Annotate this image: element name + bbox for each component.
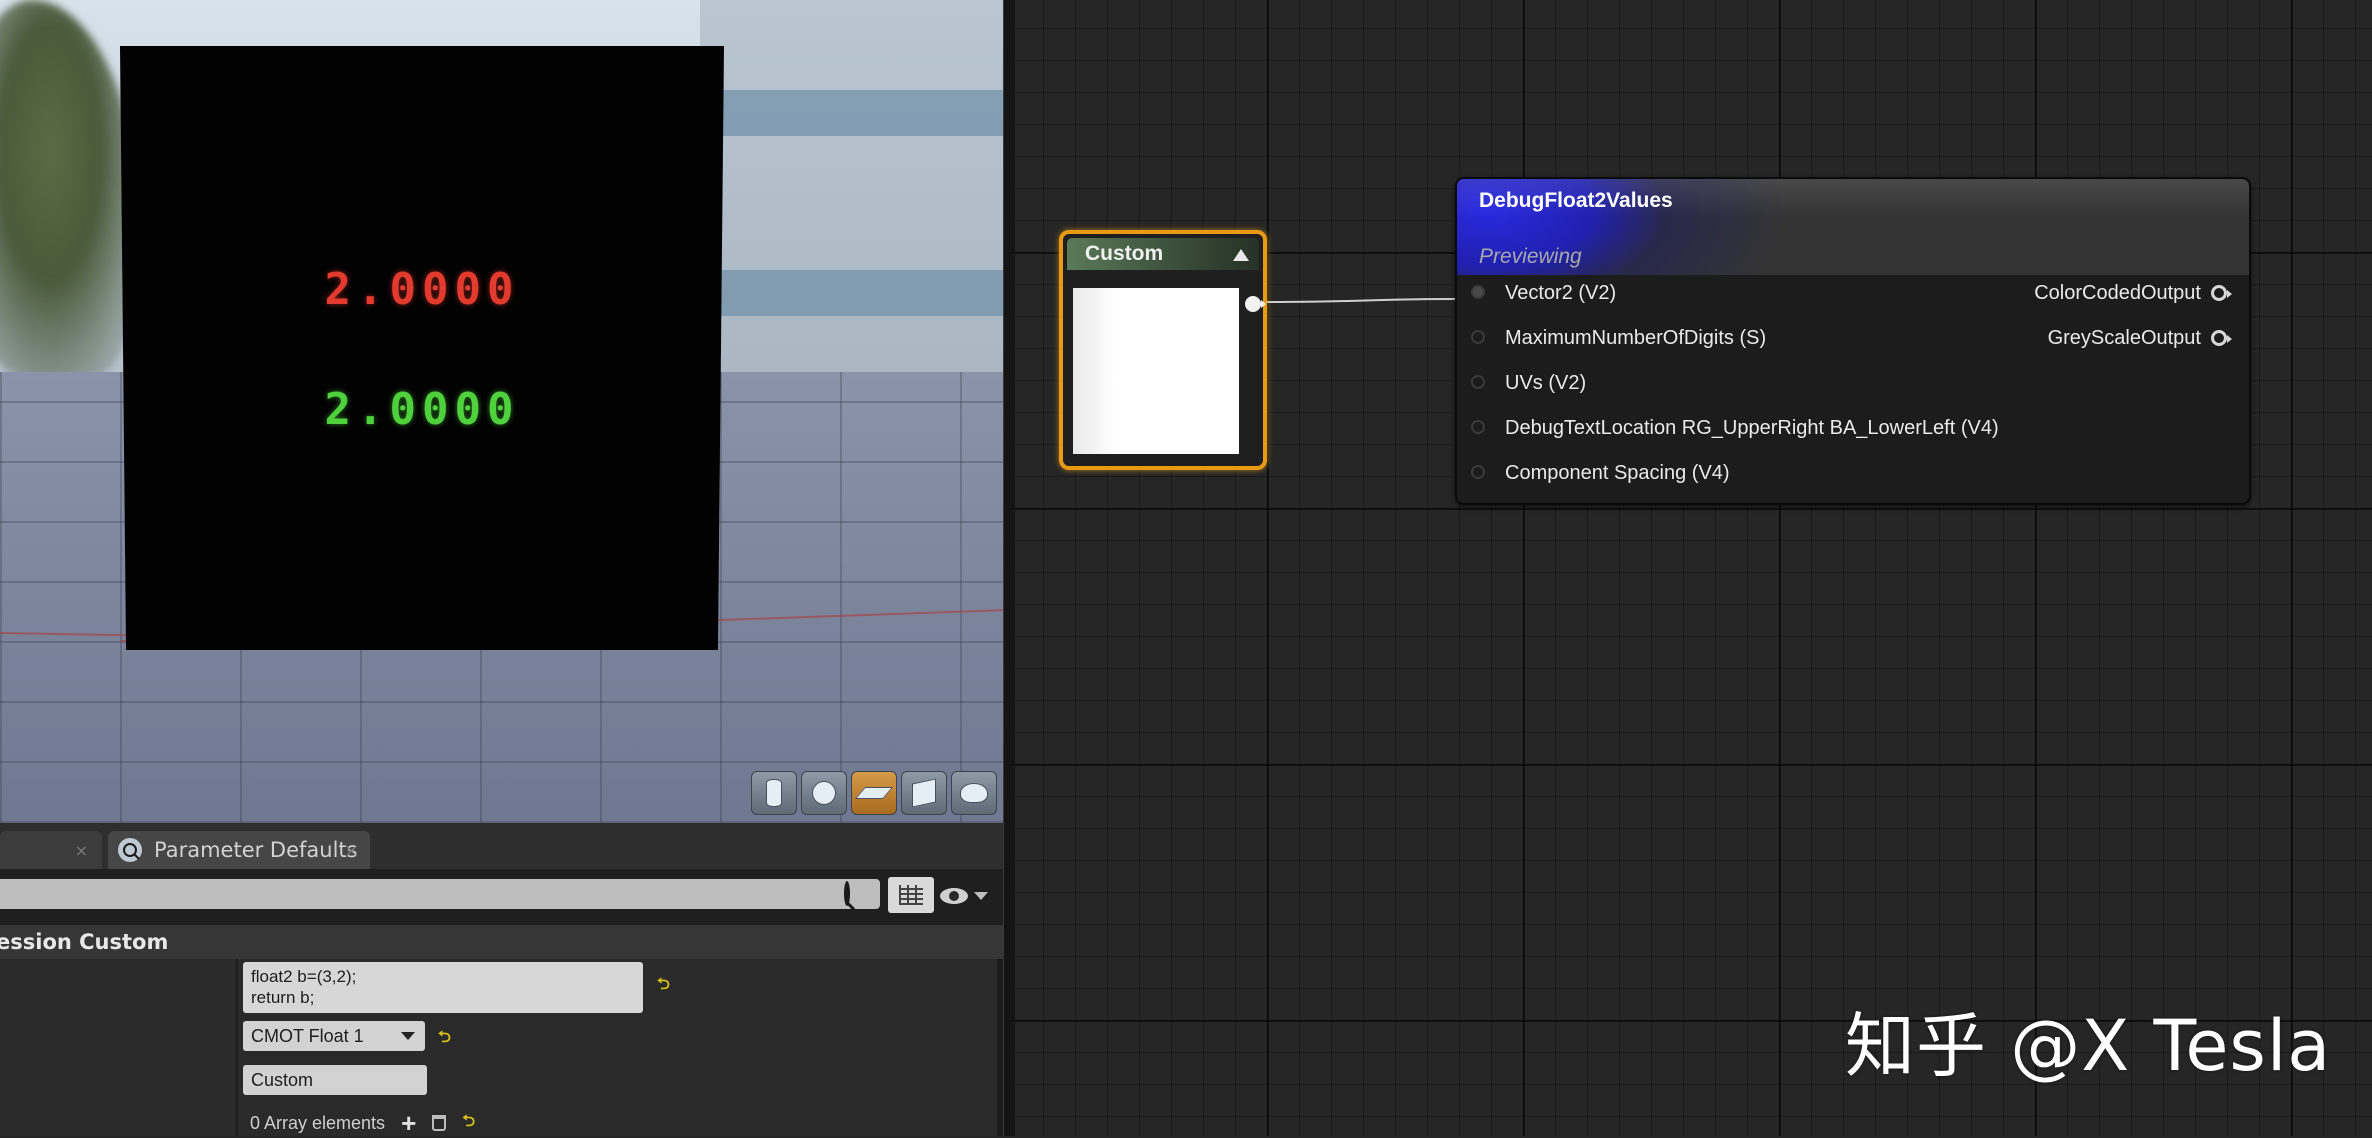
teapot-icon — [960, 783, 988, 803]
search-icon[interactable] — [844, 881, 850, 906]
input-pin-label: DebugTextLocation RG_UpperRight BA_Lower… — [1505, 417, 1999, 439]
input-pin-label: UVs (V2) — [1505, 372, 1587, 394]
node-preview-thumbnail — [1073, 288, 1239, 454]
building-window-band — [700, 90, 1003, 136]
output-pin[interactable] — [1245, 296, 1266, 312]
grid-icon — [899, 885, 923, 905]
output-type-dropdown[interactable]: CMOT Float 1 — [243, 1021, 425, 1051]
material-graph-canvas[interactable]: Custom DebugFloat2Values Previewing Vect… — [1015, 0, 2372, 1136]
output-pin[interactable] — [2211, 330, 2232, 346]
input-pin-label: MaximumNumberOfDigits (S) — [1505, 327, 1767, 349]
trash-icon[interactable] — [432, 1115, 447, 1131]
node-title: Custom — [1085, 242, 1164, 265]
inputs-array-row: 0 Array elements + ⮌ — [250, 1110, 475, 1137]
graph-wires — [1266, 298, 1456, 303]
panel-tabs: × Parameter Defaults × — [0, 831, 1003, 869]
add-element-icon[interactable]: + — [401, 1110, 416, 1136]
pin-row-debug-text-location: DebugTextLocation RG_UpperRight BA_Lower… — [1457, 413, 2249, 443]
connection-wire — [1266, 298, 1456, 303]
input-pin[interactable] — [1471, 285, 1485, 299]
close-icon[interactable]: × — [345, 841, 358, 860]
input-pin[interactable] — [1471, 420, 1485, 434]
details-toolbar — [0, 869, 1003, 925]
reset-to-default-icon[interactable]: ⮌ — [657, 973, 670, 1000]
custom-expression-node[interactable]: Custom — [1059, 230, 1267, 470]
plane-preview-button[interactable] — [851, 771, 897, 815]
reset-to-default-icon[interactable]: ⮌ — [438, 1026, 451, 1053]
chevron-down-icon — [974, 892, 988, 900]
debug-readout-green: 2.0000 — [324, 384, 520, 435]
debug-float2-values-node[interactable]: DebugFloat2Values Previewing Vector2 (V2… — [1455, 177, 2251, 505]
code-line: return b; — [251, 988, 315, 1007]
node-title: DebugFloat2Values — [1479, 189, 1673, 212]
property-list: float2 b=(3,2); return b; ⮌ CMOT Float 1… — [0, 959, 1003, 1136]
tab-label: Parameter Defaults — [154, 838, 358, 862]
sphere-icon — [812, 781, 836, 805]
search-icon — [118, 838, 142, 862]
section-header[interactable]: ession Custom — [0, 925, 1003, 959]
input-pin-label: Component Spacing (V4) — [1505, 462, 1730, 484]
code-textbox[interactable]: float2 b=(3,2); return b; — [243, 962, 643, 1013]
cylinder-preview-button[interactable] — [751, 771, 797, 815]
input-pin[interactable] — [1471, 330, 1485, 344]
node-header[interactable]: DebugFloat2Values Previewing — [1457, 179, 2249, 275]
view-options-button[interactable] — [940, 881, 1000, 911]
pin-row-uvs: UVs (V2) — [1457, 368, 2249, 398]
preview-shape-toolbar — [751, 771, 997, 815]
plane-icon — [854, 787, 894, 799]
cube-icon — [912, 778, 936, 808]
pin-row-component-spacing: Component Spacing (V4) — [1457, 458, 2249, 488]
collapse-arrow-icon[interactable] — [1233, 249, 1249, 261]
output-pin[interactable] — [2211, 285, 2232, 301]
reset-to-default-icon[interactable]: ⮌ — [462, 1110, 475, 1137]
material-preview-viewport[interactable]: 2.0000 2.0000 — [0, 0, 1003, 823]
preview-mesh: 2.0000 2.0000 — [120, 46, 724, 650]
teapot-preview-button[interactable] — [951, 771, 997, 815]
chevron-down-icon — [401, 1032, 415, 1040]
node-status: Previewing — [1479, 245, 1582, 268]
input-pin-label: Vector2 (V2) — [1505, 282, 1617, 304]
eye-icon — [940, 888, 968, 904]
output-type-value: CMOT Float 1 — [251, 1026, 364, 1046]
cube-preview-button[interactable] — [901, 771, 947, 815]
debug-readout-red: 2.0000 — [324, 264, 520, 315]
node-header[interactable]: Custom — [1067, 238, 1259, 270]
building-background — [700, 0, 1003, 380]
description-input[interactable] — [243, 1065, 427, 1095]
output-pin-label: ColorCodedOutput — [2034, 282, 2201, 304]
pin-row-max-digits: MaximumNumberOfDigits (S) GreyScaleOutpu… — [1457, 323, 2249, 353]
cylinder-icon — [766, 779, 782, 807]
column-splitter[interactable] — [236, 959, 238, 1136]
code-line: float2 b=(3,2); — [251, 967, 357, 986]
details-search-input[interactable] — [0, 879, 880, 909]
input-pin[interactable] — [1471, 375, 1485, 389]
property-matrix-button[interactable] — [888, 877, 934, 913]
tab-details[interactable]: × — [0, 831, 102, 869]
building-window-band — [700, 270, 1003, 316]
output-pin-label: GreyScaleOutput — [2047, 327, 2201, 349]
watermark: 知乎 @X Tesla — [1845, 1005, 2332, 1087]
close-icon[interactable]: × — [75, 841, 88, 860]
section-title: ession Custom — [0, 930, 169, 954]
pin-row-vector2: Vector2 (V2) ColorCodedOutput — [1457, 278, 2249, 308]
array-count-label: 0 Array elements — [250, 1112, 386, 1133]
input-pin[interactable] — [1471, 465, 1485, 479]
tab-parameter-defaults[interactable]: Parameter Defaults × — [108, 831, 370, 869]
details-panel: × Parameter Defaults × ession Custom flo… — [0, 823, 1003, 1136]
sphere-preview-button[interactable] — [801, 771, 847, 815]
